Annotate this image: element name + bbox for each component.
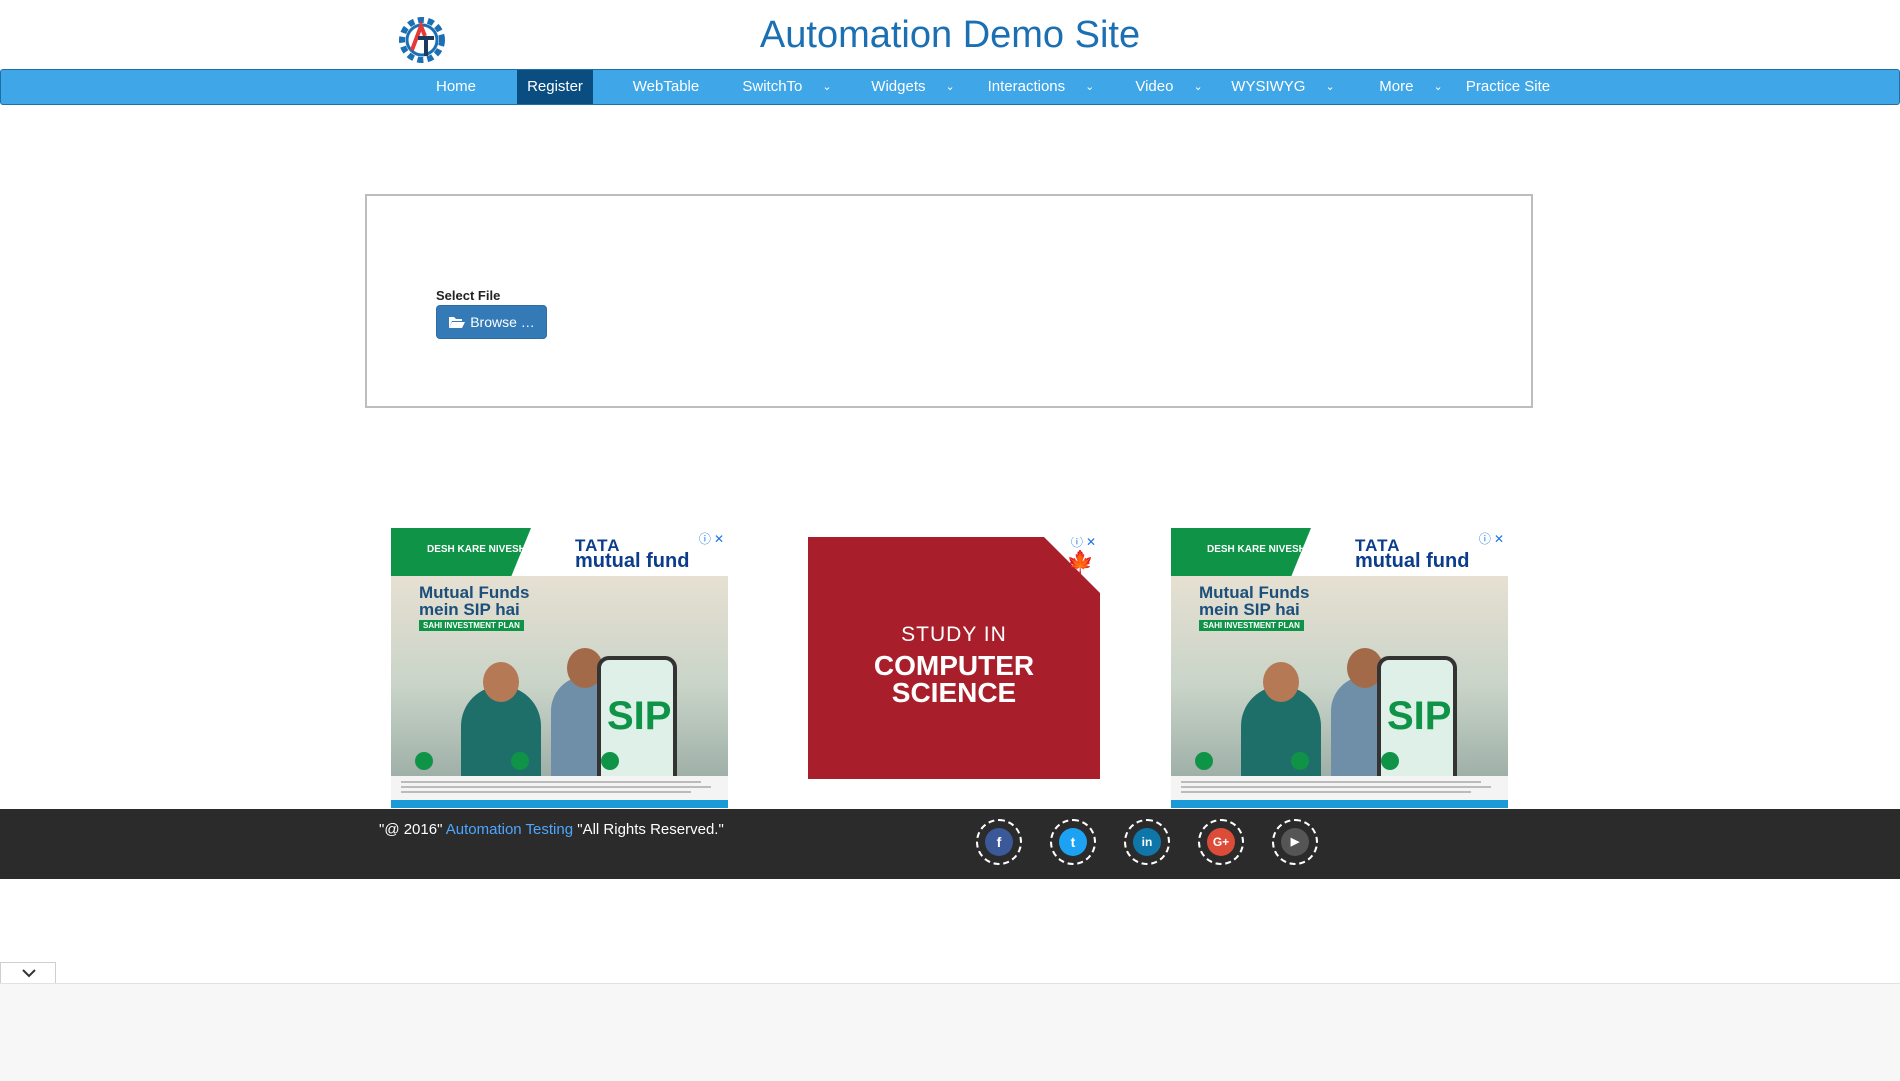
ad-study-line1: STUDY IN bbox=[901, 623, 1007, 646]
nav-switchto[interactable]: SwitchTo ⌄ bbox=[737, 70, 837, 104]
chevron-down-icon bbox=[22, 969, 36, 978]
ad-fine-print bbox=[1171, 776, 1508, 800]
feature-icon bbox=[1381, 752, 1399, 770]
twitter-link[interactable]: t bbox=[1050, 819, 1096, 865]
info-icon: ⓘ bbox=[1478, 532, 1491, 546]
nav-webtable-label: WebTable bbox=[632, 78, 700, 95]
ad-banner-sip-left[interactable]: DESH KARE NIVESH TATA mutual fund SIP Mu… bbox=[391, 528, 728, 808]
person-head bbox=[483, 662, 519, 702]
google-plus-icon: G+ bbox=[1207, 828, 1235, 856]
ad-subline: SAHI INVESTMENT PLAN bbox=[419, 620, 524, 631]
ad-choices-button[interactable]: ⓘ ✕ bbox=[1068, 537, 1098, 550]
nav-switchto-label: SwitchTo bbox=[742, 78, 803, 95]
nav-interactions-label: Interactions bbox=[987, 78, 1066, 95]
nav-practice-site-label: Practice Site bbox=[1465, 78, 1551, 95]
chevron-down-icon: ⌄ bbox=[1325, 81, 1335, 93]
chevron-down-icon: ⌄ bbox=[1193, 81, 1203, 93]
close-icon[interactable]: ✕ bbox=[1494, 532, 1504, 546]
phone-text: SIP bbox=[607, 694, 672, 738]
nav-register-label: Register bbox=[527, 78, 583, 95]
nav-more[interactable]: More ⌄ bbox=[1365, 70, 1457, 104]
ad-headline: Mutual Funds mein SIP hai bbox=[1199, 583, 1310, 619]
ad-fine-print bbox=[391, 776, 728, 800]
copyright-text: "@ 2016" Automation Testing "All Rights … bbox=[379, 821, 724, 838]
nav-wysiwyg[interactable]: WYSIWYG ⌄ bbox=[1229, 70, 1337, 104]
folder-open-icon bbox=[449, 317, 466, 328]
ad-tag: DESH KARE NIVESH bbox=[391, 528, 531, 576]
ad-tag-text: DESH KARE NIVESH bbox=[427, 544, 526, 555]
anchor-ad-area bbox=[0, 983, 1900, 1081]
ad-brand-line2: mutual fund bbox=[575, 550, 690, 572]
nav-home[interactable]: Home bbox=[425, 70, 487, 104]
automation-testing-link[interactable]: Automation Testing bbox=[446, 821, 573, 838]
upload-panel bbox=[365, 194, 1533, 408]
browse-button[interactable]: Browse … bbox=[436, 305, 547, 339]
page-title: Automation Demo Site bbox=[759, 14, 1141, 56]
main-nav: Home Register WebTable SwitchTo ⌄ Widgets… bbox=[0, 69, 1900, 105]
ad-choices-button[interactable]: ⓘ ✕ bbox=[1476, 530, 1506, 547]
feature-icon bbox=[511, 752, 529, 770]
chevron-down-icon: ⌄ bbox=[945, 81, 955, 93]
ad-footer-strip bbox=[1171, 800, 1508, 808]
site-footer: "@ 2016" Automation Testing "All Rights … bbox=[0, 809, 1900, 879]
ad-headline: Mutual Funds mein SIP hai bbox=[419, 583, 530, 619]
nav-practice-site[interactable]: Practice Site bbox=[1463, 70, 1553, 104]
ad-choices-button[interactable]: ⓘ ✕ bbox=[696, 530, 726, 547]
ad-banner-study[interactable]: 🍁 STUDY IN COMPUTER SCIENCE ⓘ ✕ bbox=[808, 537, 1100, 779]
youtube-link[interactable]: ▶ bbox=[1272, 819, 1318, 865]
ad-tag: DESH KARE NIVESH bbox=[1171, 528, 1311, 576]
ad-tag-text: DESH KARE NIVESH bbox=[1207, 544, 1306, 555]
facebook-icon: f bbox=[985, 828, 1013, 856]
nav-widgets[interactable]: Widgets ⌄ bbox=[863, 70, 963, 104]
browse-button-label: Browse … bbox=[470, 314, 535, 330]
nav-widgets-label: Widgets bbox=[871, 78, 926, 95]
ad-banner-sip-right[interactable]: DESH KARE NIVESH TATA mutual fund SIP Mu… bbox=[1171, 528, 1508, 808]
feature-icon bbox=[601, 752, 619, 770]
nav-video[interactable]: Video ⌄ bbox=[1123, 70, 1215, 104]
nav-home-label: Home bbox=[435, 78, 476, 95]
nav-wysiwyg-label: WYSIWYG bbox=[1231, 78, 1306, 95]
ad-feature-icons bbox=[391, 746, 728, 776]
maple-leaf-icon: 🍁 bbox=[1066, 549, 1094, 574]
facebook-link[interactable]: f bbox=[976, 819, 1022, 865]
feature-icon bbox=[415, 752, 433, 770]
collapse-ad-toggle[interactable] bbox=[0, 962, 56, 984]
ad-study-title: COMPUTER SCIENCE bbox=[873, 650, 1035, 708]
chevron-down-icon: ⌄ bbox=[822, 81, 832, 93]
linkedin-icon: in bbox=[1133, 828, 1161, 856]
ad-footer-strip bbox=[391, 800, 728, 808]
copyright-prefix: "@ 2016" bbox=[379, 821, 443, 838]
nav-register[interactable]: Register bbox=[517, 70, 593, 104]
chevron-down-icon: ⌄ bbox=[1433, 81, 1443, 93]
phone-text: SIP bbox=[1387, 694, 1452, 738]
ad-brand-line2: mutual fund bbox=[1355, 550, 1470, 572]
info-icon: ⓘ bbox=[1070, 537, 1083, 549]
google-plus-link[interactable]: G+ bbox=[1198, 819, 1244, 865]
nav-more-label: More bbox=[1379, 78, 1414, 95]
copyright-suffix: "All Rights Reserved." bbox=[577, 821, 724, 838]
person-head bbox=[1263, 662, 1299, 702]
select-file-label: Select File bbox=[436, 288, 501, 303]
close-icon[interactable]: ✕ bbox=[1086, 537, 1096, 549]
info-icon: ⓘ bbox=[698, 532, 711, 546]
youtube-icon: ▶ bbox=[1281, 828, 1309, 856]
close-icon[interactable]: ✕ bbox=[714, 532, 724, 546]
ad-subline: SAHI INVESTMENT PLAN bbox=[1199, 620, 1304, 631]
nav-video-label: Video bbox=[1135, 78, 1174, 95]
feature-icon bbox=[1195, 752, 1213, 770]
feature-icon bbox=[1291, 752, 1309, 770]
nav-interactions[interactable]: Interactions ⌄ bbox=[985, 70, 1097, 104]
ad-feature-icons bbox=[1171, 746, 1508, 776]
linkedin-link[interactable]: in bbox=[1124, 819, 1170, 865]
twitter-icon: t bbox=[1059, 828, 1087, 856]
nav-webtable[interactable]: WebTable bbox=[621, 70, 711, 104]
chevron-down-icon: ⌄ bbox=[1085, 81, 1095, 93]
